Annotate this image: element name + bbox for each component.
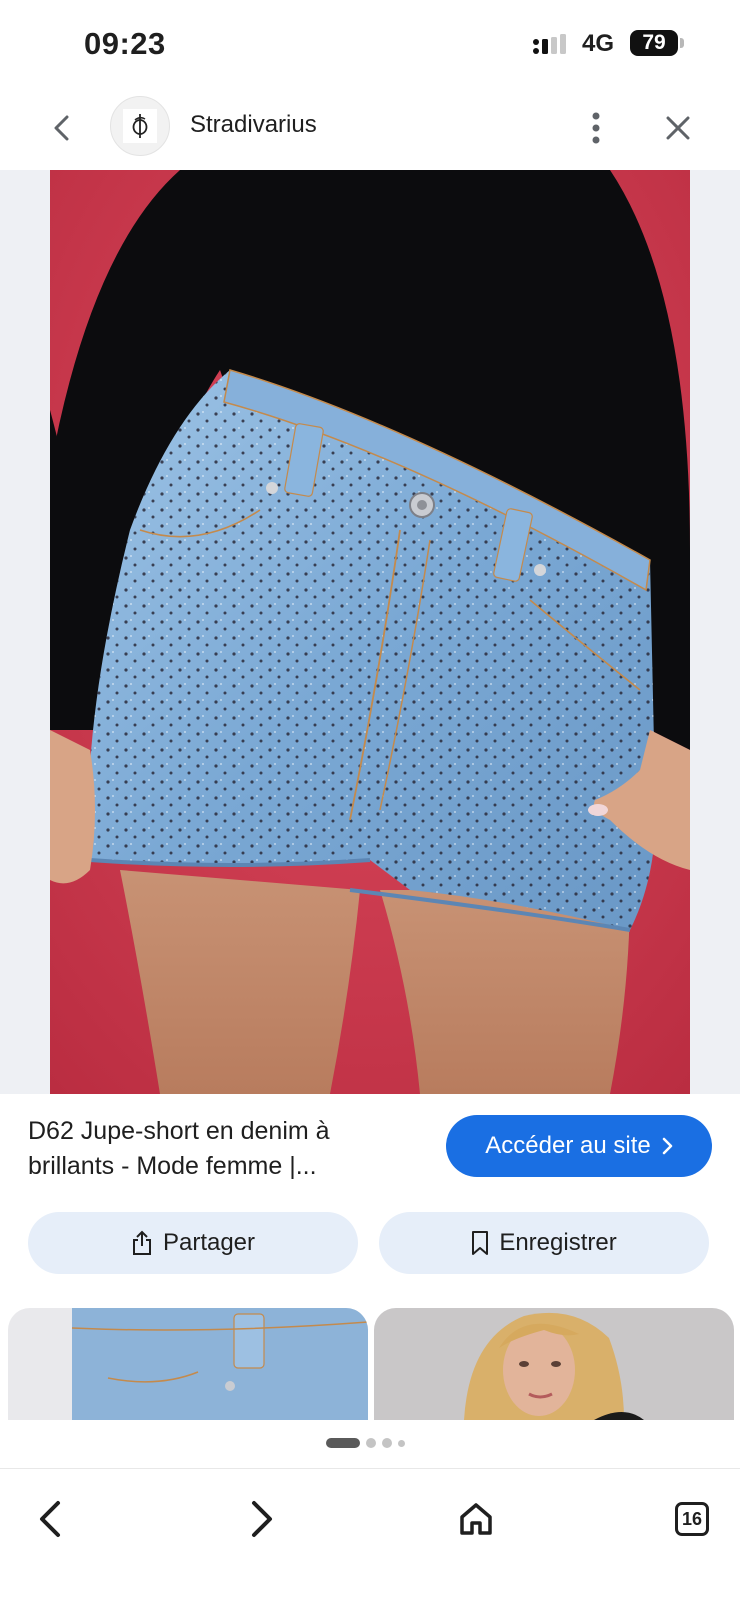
home-icon [460,1503,492,1535]
visit-site-label: Accéder au site [485,1132,651,1159]
site-name[interactable]: Stradivarius [190,111,317,139]
battery-tip [680,38,684,48]
pager-dot [382,1438,392,1448]
save-button[interactable]: Enregistrer [379,1212,709,1274]
bookmark-icon [472,1231,489,1255]
pager-dot [366,1438,376,1448]
share-button[interactable]: Partager [28,1212,358,1274]
close-icon [666,116,690,140]
image-viewer [0,170,740,1094]
chevron-right-icon [252,1501,272,1537]
pager-dots [326,1437,405,1449]
network-type: 4G [582,30,615,57]
share-label: Partager [162,1229,256,1256]
signal-icon [533,34,566,54]
stradivarius-logo-icon [123,109,157,143]
chevron-right-icon [662,1137,672,1155]
more-options-button[interactable] [574,104,618,152]
close-button[interactable] [654,104,702,152]
back-button[interactable] [38,104,86,152]
chevron-left-icon [40,1501,60,1537]
product-image[interactable] [50,170,690,1094]
pager-dot [398,1439,405,1447]
nav-home-button[interactable] [446,1489,506,1549]
google-lens-result-page: 09:23 4G 79 Stradivarius D62 Jupe-short … [0,0,740,1600]
nav-tabs-button[interactable]: 16 [662,1489,722,1549]
nav-back-button[interactable] [20,1489,80,1549]
tabs-icon: 16 [675,1502,709,1536]
related-result-thumbnail[interactable] [8,1308,368,1420]
more-vert-icon [592,112,600,144]
battery-indicator: 79 [630,30,678,56]
product-title[interactable]: D62 Jupe-short en denim à brillants - Mo… [28,1114,418,1184]
pager-dot-active [326,1438,360,1448]
status-time: 09:23 [84,26,166,61]
result-header: Stradivarius [0,86,740,170]
status-bar: 09:23 4G 79 [0,0,740,86]
related-results [0,1308,740,1420]
browser-bottom-nav: 16 [0,1468,740,1600]
nav-forward-button[interactable] [232,1489,292,1549]
share-icon [132,1230,151,1255]
chevron-left-icon [54,115,69,141]
model-thumbnail-image [374,1308,734,1420]
visit-site-button[interactable]: Accéder au site [446,1115,712,1177]
site-logo[interactable] [110,96,170,156]
save-label: Enregistrer [499,1229,617,1256]
product-photo [50,170,690,1094]
related-result-thumbnail[interactable] [374,1308,734,1420]
tabs-count: 16 [681,1508,703,1529]
denim-thumbnail-image [8,1308,368,1420]
